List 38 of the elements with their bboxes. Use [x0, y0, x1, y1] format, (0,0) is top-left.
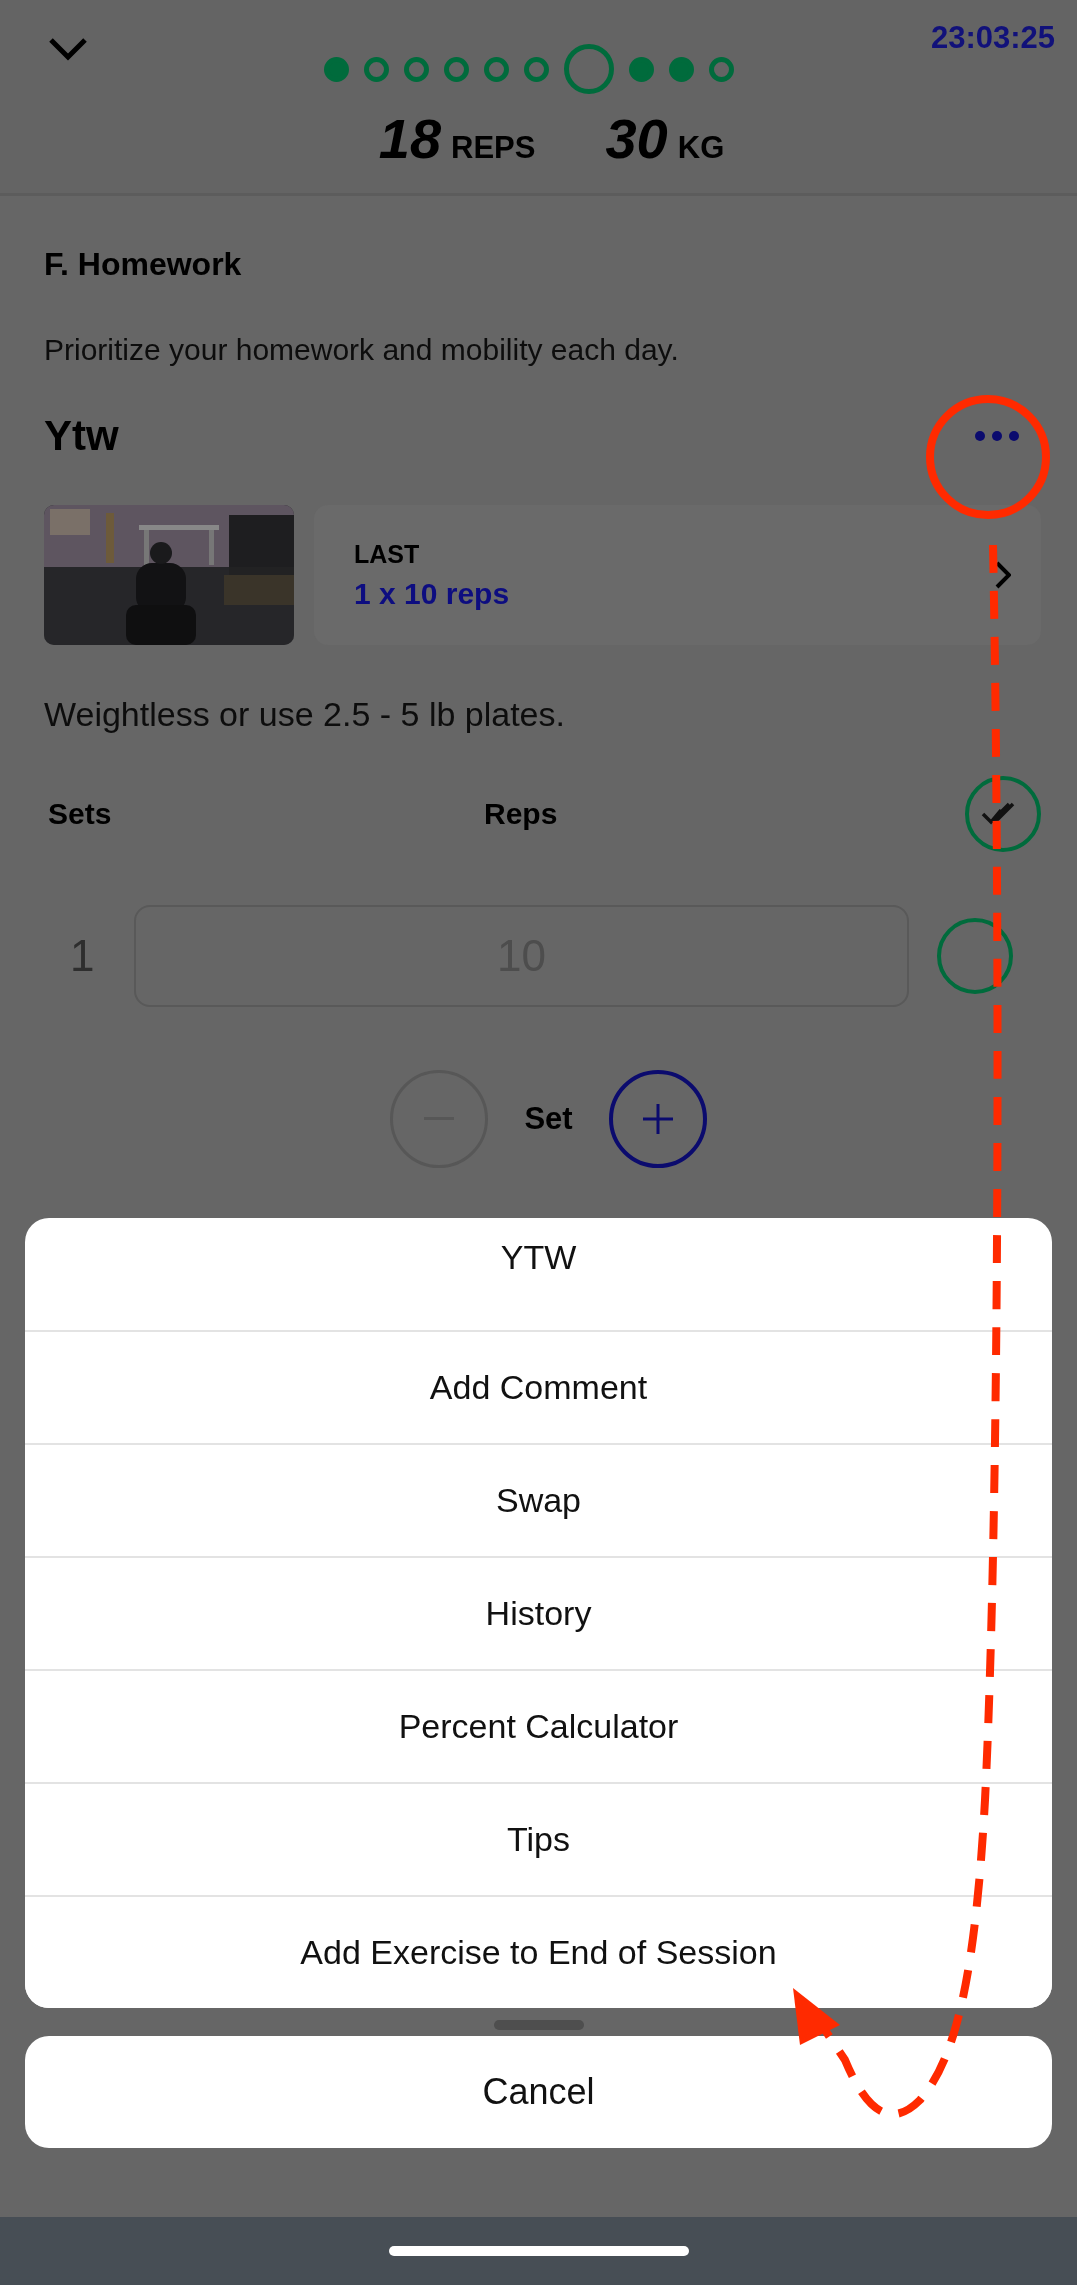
- progress-dot[interactable]: [364, 56, 390, 82]
- collapse-chevron-icon[interactable]: [48, 37, 88, 61]
- progress-dot[interactable]: [629, 56, 655, 82]
- home-indicator[interactable]: [388, 2246, 689, 2256]
- progress-dot[interactable]: [564, 44, 615, 94]
- check-all-button[interactable]: [965, 776, 1041, 852]
- stat-value: 18: [378, 106, 442, 171]
- progress-dot[interactable]: [709, 56, 735, 82]
- last-label: LAST: [354, 539, 420, 569]
- menu-item[interactable]: Add Exercise to End of Session: [25, 1895, 1052, 2008]
- stat-unit: KG: [677, 130, 725, 166]
- last-value: 1 x 10 reps: [354, 576, 510, 611]
- progress-dot[interactable]: [524, 56, 550, 82]
- clock-time: 23:03:25: [930, 20, 1055, 56]
- column-header: Sets: [48, 797, 113, 831]
- section-description: Prioritize your homework and mobility each day.: [44, 333, 680, 367]
- cancel-button[interactable]: Cancel: [25, 2036, 1052, 2148]
- add-set-button[interactable]: [608, 1070, 707, 1168]
- section-title: F. Homework: [44, 246, 243, 283]
- set-checkbox[interactable]: [937, 918, 1013, 994]
- set-label: Set: [524, 1101, 573, 1137]
- progress-dot[interactable]: [404, 56, 430, 82]
- stat-value: 30: [605, 106, 668, 171]
- column-header: Reps: [484, 797, 559, 831]
- chevron-right-icon: [995, 561, 1011, 589]
- progress-dot[interactable]: [669, 56, 695, 82]
- more-options-icon: [975, 431, 1019, 441]
- set-number: 1: [69, 931, 96, 981]
- exercise-name: Ytw: [44, 412, 119, 460]
- last-result-card[interactable]: LAST 1 x 10 reps: [314, 505, 1041, 645]
- progress-dot[interactable]: [444, 56, 470, 82]
- progress-dot[interactable]: [324, 56, 350, 82]
- progress-dot[interactable]: [484, 56, 510, 82]
- stat-unit: REPS: [451, 130, 536, 166]
- exercise-note: Weightless or use 2.5 - 5 lb plates.: [44, 695, 566, 734]
- drag-handle[interactable]: [493, 2020, 584, 2030]
- plus-icon: [642, 1104, 673, 1134]
- sheet-title: YTW: [499, 1237, 578, 1278]
